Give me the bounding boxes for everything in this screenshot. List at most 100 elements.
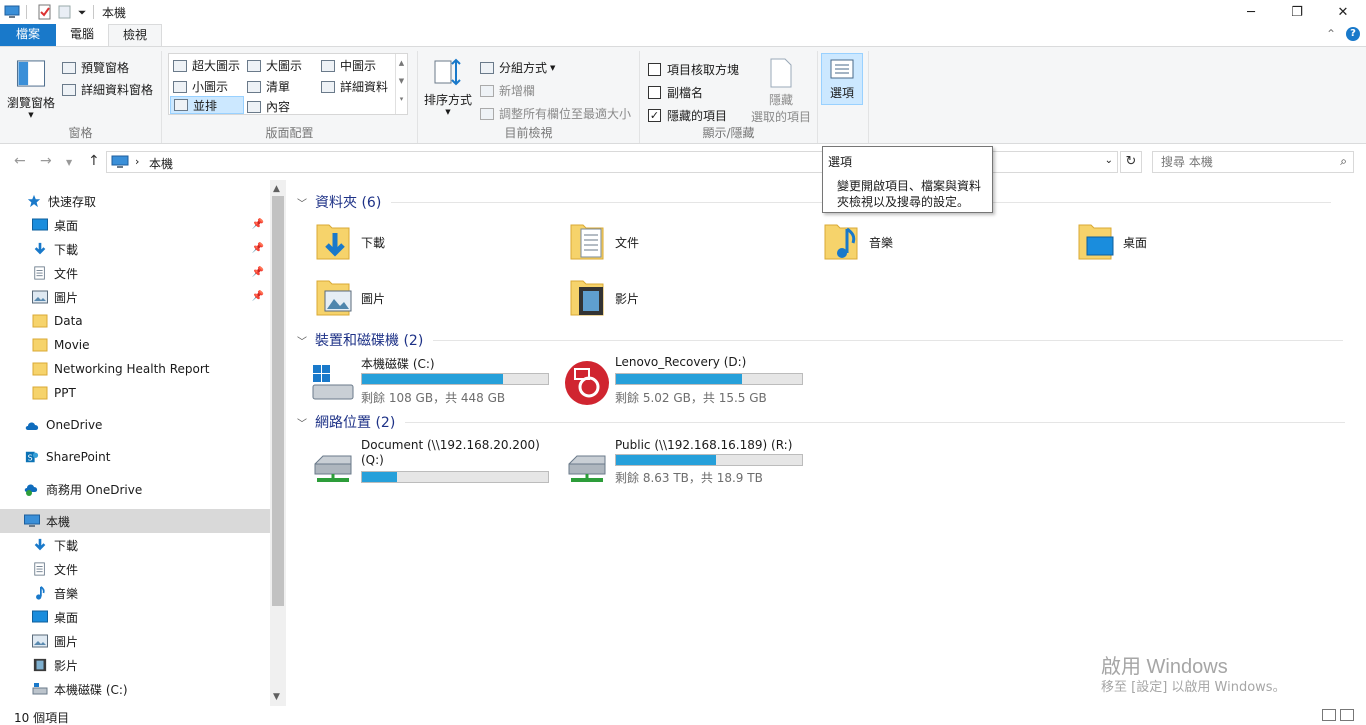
new-folder-icon[interactable] xyxy=(57,4,73,20)
sidebar-item-pc-videos[interactable]: 影片 xyxy=(0,653,270,677)
gallery-scroll[interactable]: ▲ ▼ ▾ xyxy=(395,54,407,114)
collapse-chevron-icon[interactable]: ﹀ xyxy=(297,333,307,348)
sidebar-item-movie[interactable]: Movie xyxy=(0,333,270,357)
collapse-ribbon-icon[interactable]: ⌃ xyxy=(1326,27,1336,41)
computer-icon xyxy=(24,514,40,527)
item-checkboxes-toggle[interactable]: 項目核取方塊 xyxy=(648,61,739,78)
devices-section-header[interactable]: ﹀ 裝置和磁碟機 (2) xyxy=(297,330,1344,350)
sidebar-item-onedrive-business[interactable]: 商務用 OneDrive xyxy=(0,477,270,501)
sidebar-item-networking-health-report[interactable]: Networking Health Report xyxy=(0,357,270,381)
sidebar-item-desktop[interactable]: 桌面 📌 xyxy=(0,213,270,237)
layout-list[interactable]: 清單 xyxy=(247,78,290,95)
sidebar-item-pc-pictures[interactable]: 圖片 xyxy=(0,629,270,653)
properties-icon[interactable] xyxy=(37,4,53,20)
sort-by-button[interactable]: 排序方式 ▼ xyxy=(422,57,474,116)
minimize-button[interactable]: ─ xyxy=(1228,0,1274,24)
layout-small[interactable]: 小圖示 xyxy=(173,78,228,95)
up-arrow-icon[interactable]: ↑ xyxy=(88,153,100,169)
search-input[interactable] xyxy=(1161,152,1331,172)
folders-section-header[interactable]: ﹀ 資料夾 (6) xyxy=(297,192,1332,212)
window-title: 本機 xyxy=(102,6,127,20)
drive-free-space: 剩餘 5.02 GB，共 15.5 GB xyxy=(615,391,767,405)
folder-pictures[interactable]: 圖片 xyxy=(315,272,555,324)
drive-d[interactable]: Lenovo_Recovery (D:) 剩餘 5.02 GB，共 15.5 G… xyxy=(563,355,813,411)
scrollbar-thumb[interactable] xyxy=(272,196,284,606)
collapse-chevron-icon[interactable]: ﹀ xyxy=(297,415,307,430)
content-icon xyxy=(247,100,261,113)
sidebar-item-onedrive[interactable]: OneDrive xyxy=(0,413,270,437)
layout-content[interactable]: 內容 xyxy=(247,98,290,115)
computer-icon[interactable] xyxy=(4,4,20,20)
refresh-button[interactable]: ↻ xyxy=(1120,151,1142,173)
network-drive-icon xyxy=(568,455,606,482)
search-icon[interactable]: ⌕ xyxy=(1340,154,1347,169)
hidden-items-toggle[interactable]: ✓ 隱藏的項目 xyxy=(648,107,727,124)
back-arrow-icon[interactable]: ← xyxy=(14,153,26,169)
sidebar-item-documents[interactable]: 文件 📌 xyxy=(0,261,270,285)
current-view-group-label: 目前檢視 xyxy=(504,126,553,140)
address-dropdown-icon[interactable]: ⌄ xyxy=(1105,155,1113,166)
extensions-checkbox[interactable] xyxy=(648,86,661,99)
layout-tiles[interactable]: 並排 xyxy=(170,96,244,114)
nav-pane-button[interactable]: 瀏覽窗格 ▼ xyxy=(6,59,56,119)
item-checkboxes-checkbox[interactable] xyxy=(648,63,661,76)
scroll-up-icon[interactable]: ▲ xyxy=(273,184,280,194)
breadcrumb[interactable]: 本機 xyxy=(149,155,173,172)
tab-file[interactable]: 檔案 xyxy=(0,24,56,46)
sidebar-item-pc-downloads[interactable]: 下載 xyxy=(0,533,270,557)
collapse-chevron-icon[interactable]: ﹀ xyxy=(297,195,307,210)
pin-icon[interactable]: 📌 xyxy=(252,267,264,278)
large-icons-view-icon[interactable] xyxy=(1340,709,1354,721)
help-icon[interactable]: ? xyxy=(1346,27,1360,41)
pin-icon[interactable]: 📌 xyxy=(252,291,264,302)
forward-arrow-icon[interactable]: → xyxy=(40,153,52,169)
scroll-down-icon[interactable]: ▼ xyxy=(273,692,280,702)
details-pane-button[interactable]: 詳細資料窗格 xyxy=(62,81,153,98)
sidebar-item-pc-music[interactable]: 音樂 xyxy=(0,581,270,605)
layout-extra-large[interactable]: 超大圖示 xyxy=(173,57,240,74)
extensions-toggle[interactable]: 副檔名 xyxy=(648,84,703,101)
search-box[interactable]: ⌕ xyxy=(1152,151,1354,173)
ribbon: 瀏覽窗格 ▼ 預覽窗格 詳細資料窗格 窗格 版面配置 超大圖示 大圖示 中圖示 … xyxy=(0,46,1366,144)
folder-desktop[interactable]: 桌面 xyxy=(1077,216,1317,268)
sidebar-item-sharepoint[interactable]: S SharePoint xyxy=(0,445,270,469)
folder-documents[interactable]: 文件 xyxy=(569,216,809,268)
pin-icon[interactable]: 📌 xyxy=(252,219,264,230)
sidebar-item-downloads[interactable]: 下載 📌 xyxy=(0,237,270,261)
pin-icon[interactable]: 📌 xyxy=(252,243,264,254)
drive-c[interactable]: 本機磁碟 (C:) 剩餘 108 GB，共 448 GB xyxy=(309,355,559,411)
group-by-button[interactable]: 分組方式 ▼ xyxy=(480,59,555,76)
maximize-button[interactable]: ❐ xyxy=(1274,0,1320,24)
network-drive-r[interactable]: Public (\\192.168.16.189) (R:) 剩餘 8.63 T… xyxy=(563,438,813,494)
breadcrumb-chevron-icon[interactable]: › xyxy=(135,155,139,168)
close-button[interactable]: ✕ xyxy=(1320,0,1366,24)
sidebar-item-ppt[interactable]: PPT xyxy=(0,381,270,405)
recent-locations-icon[interactable]: ▼ xyxy=(66,158,72,167)
network-section-header[interactable]: ﹀ 網路位置 (2) xyxy=(297,412,1346,432)
sidebar-item-pictures[interactable]: 圖片 📌 xyxy=(0,285,270,309)
sidebar-item-quick-access[interactable]: 快速存取 xyxy=(0,189,270,213)
sidebar-item-data[interactable]: Data xyxy=(0,309,270,333)
customize-qat-icon[interactable] xyxy=(77,4,87,20)
hidden-items-checkbox[interactable]: ✓ xyxy=(648,109,661,122)
folder-music[interactable]: 音樂 xyxy=(823,216,1063,268)
tab-computer[interactable]: 電腦 xyxy=(56,24,108,46)
sidebar-scrollbar[interactable]: ▲ ▼ xyxy=(270,180,286,706)
layout-details[interactable]: 詳細資料 xyxy=(321,78,388,95)
options-button[interactable]: 選項 xyxy=(821,53,863,105)
sidebar-item-pc-desktop[interactable]: 桌面 xyxy=(0,605,270,629)
network-drive-q[interactable]: Document (\\192.168.20.200) (Q:) xyxy=(309,438,559,494)
folder-videos[interactable]: 影片 xyxy=(569,272,809,324)
folder-downloads[interactable]: 下載 xyxy=(315,216,555,268)
layout-medium[interactable]: 中圖示 xyxy=(321,57,376,74)
sidebar-item-pc-documents[interactable]: 文件 xyxy=(0,557,270,581)
hide-selected-label-2: 選取的項目 xyxy=(750,110,811,124)
sidebar-item-this-pc[interactable]: 本機 xyxy=(0,509,270,533)
layout-large[interactable]: 大圖示 xyxy=(247,57,302,74)
tab-view[interactable]: 檢視 xyxy=(108,24,162,47)
large-icons-icon xyxy=(247,59,261,72)
sidebar-item-pc-local-disk[interactable]: 本機磁碟 (C:) xyxy=(0,677,270,701)
show-hide-group: 項目核取方塊 副檔名 ✓ 隱藏的項目 隱藏 選取的項目 顯示/隱藏 xyxy=(640,51,818,143)
details-view-icon[interactable] xyxy=(1322,709,1336,721)
preview-pane-button[interactable]: 預覽窗格 xyxy=(62,59,129,76)
